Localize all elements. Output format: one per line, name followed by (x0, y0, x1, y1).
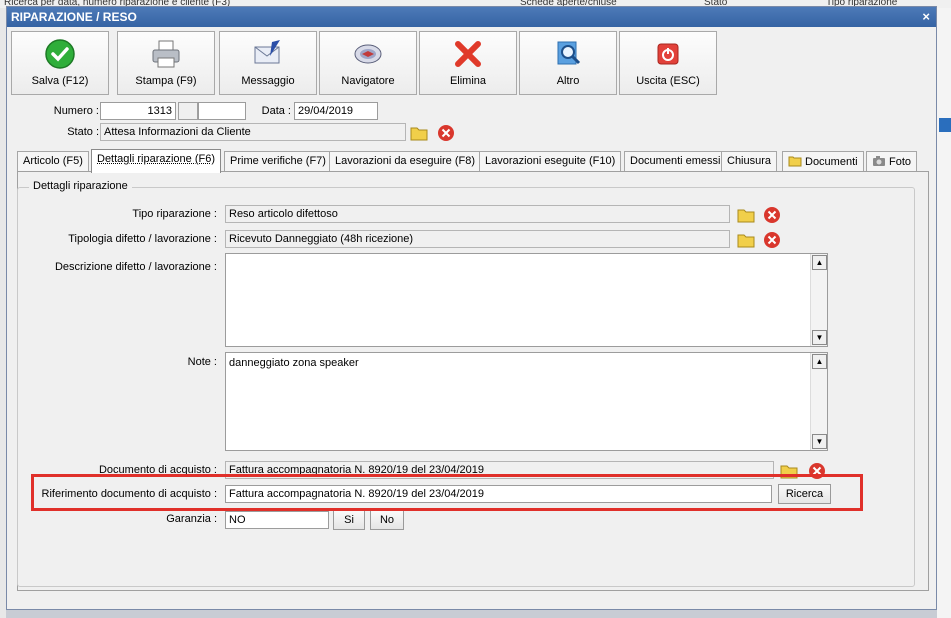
data-field[interactable]: 29/04/2019 (294, 102, 378, 120)
tipologia-folder-button[interactable] (736, 230, 756, 250)
garanzia-label: Garanzia : (166, 513, 217, 525)
tab-lavorazioni-da-eseguire[interactable]: Lavorazioni da eseguire (F8) (329, 151, 482, 172)
clear-icon (764, 207, 780, 223)
tab-prime-verifiche[interactable]: Prime verifiche (F7) (224, 151, 332, 172)
tab-documenti[interactable]: Documenti (782, 151, 864, 172)
folder-icon (737, 234, 755, 248)
highlight-box (31, 474, 863, 511)
tab-foto-label: Foto (889, 156, 912, 168)
checkmark-icon (45, 39, 75, 69)
clear-icon (438, 125, 454, 141)
window-title: RIPARAZIONE / RESO (11, 10, 137, 24)
exit-label: Uscita (ESC) (636, 75, 700, 87)
navigator-button[interactable]: Navigatore (319, 31, 417, 95)
stato-clear-button[interactable] (436, 123, 456, 143)
envelope-icon (254, 40, 280, 64)
data-label: Data : (261, 105, 291, 117)
tab-chiusura[interactable]: Chiusura (721, 151, 778, 172)
close-icon[interactable]: × (922, 9, 930, 24)
red-x-icon (455, 41, 481, 67)
tab-dettagli-riparazione[interactable]: Dettagli riparazione (F6) (91, 149, 221, 173)
delete-label: Elimina (449, 75, 487, 87)
tab-lavorazioni-eseguite[interactable]: Lavorazioni eseguite (F10) (479, 151, 622, 172)
scroll-down-icon[interactable]: ▼ (812, 434, 827, 449)
tab-documenti-label: Documenti (805, 156, 858, 168)
tipo-clear-button[interactable] (762, 205, 782, 225)
printer-icon (152, 40, 180, 68)
folder-icon (737, 209, 755, 223)
scroll-up-icon[interactable]: ▲ (812, 255, 827, 270)
other-button[interactable]: Altro (519, 31, 617, 95)
tipo-riparazione-label: Tipo riparazione : (132, 208, 217, 220)
scroll-up-icon[interactable]: ▲ (812, 354, 827, 369)
descrizione-scrollbar[interactable]: ▲ ▼ (810, 254, 827, 346)
si-button[interactable]: Si (333, 510, 365, 530)
no-button[interactable]: No (370, 510, 404, 530)
search-document-icon (557, 41, 581, 65)
riparazione-dialog: RIPARAZIONE / RESO × Salva (F12) Stampa … (6, 6, 937, 610)
tipologia-field[interactable]: Ricevuto Danneggiato (48h ricezione) (225, 230, 730, 248)
tipo-riparazione-field[interactable]: Reso articolo difettoso (225, 205, 730, 223)
tipologia-label: Tipologia difetto / lavorazione : (68, 233, 217, 245)
save-label: Salva (F12) (31, 75, 89, 87)
note-textarea[interactable]: danneggiato zona speaker (225, 352, 828, 451)
group-title: Dettagli riparazione (29, 180, 132, 192)
garanzia-field[interactable]: NO (225, 511, 329, 529)
message-label: Messaggio (241, 75, 295, 87)
stato-folder-button[interactable] (409, 123, 429, 143)
tab-foto[interactable]: Foto (866, 151, 918, 172)
delete-button[interactable]: Elimina (419, 31, 517, 95)
save-button[interactable]: Salva (F12) (11, 31, 109, 95)
note-label: Note : (187, 356, 217, 368)
numero-field[interactable]: 1313 (100, 102, 176, 120)
compass-icon (354, 44, 382, 64)
navigator-label: Navigatore (341, 75, 395, 87)
stato-field[interactable]: Attesa Informazioni da Cliente (100, 123, 406, 141)
tipo-folder-button[interactable] (736, 205, 756, 225)
folder-icon (410, 127, 428, 141)
numero-lookup-button[interactable] (178, 102, 198, 120)
camera-icon (873, 156, 885, 166)
tab-articolo[interactable]: Articolo (F5) (17, 151, 89, 172)
clear-icon (764, 232, 780, 248)
print-button[interactable]: Stampa (F9) (117, 31, 215, 95)
message-button[interactable]: Messaggio (219, 31, 317, 95)
other-label: Altro (556, 75, 580, 87)
descrizione-textarea[interactable] (225, 253, 828, 347)
descrizione-label: Descrizione difetto / lavorazione : (54, 261, 217, 273)
stato-label: Stato : (67, 126, 99, 138)
background-app-right (937, 8, 951, 618)
tab-documenti-emessi[interactable]: Documenti emessi (624, 151, 727, 172)
title-bar: RIPARAZIONE / RESO × (7, 7, 936, 27)
exit-button[interactable]: Uscita (ESC) (619, 31, 717, 95)
power-icon (657, 43, 679, 65)
tipologia-clear-button[interactable] (762, 230, 782, 250)
print-label: Stampa (F9) (135, 75, 197, 87)
scroll-down-icon[interactable]: ▼ (812, 330, 827, 345)
numero-label: Numero : (53, 105, 99, 117)
folder-icon (788, 156, 802, 167)
numero-suffix-field[interactable] (198, 102, 246, 120)
note-scrollbar[interactable]: ▲ ▼ (810, 353, 827, 450)
